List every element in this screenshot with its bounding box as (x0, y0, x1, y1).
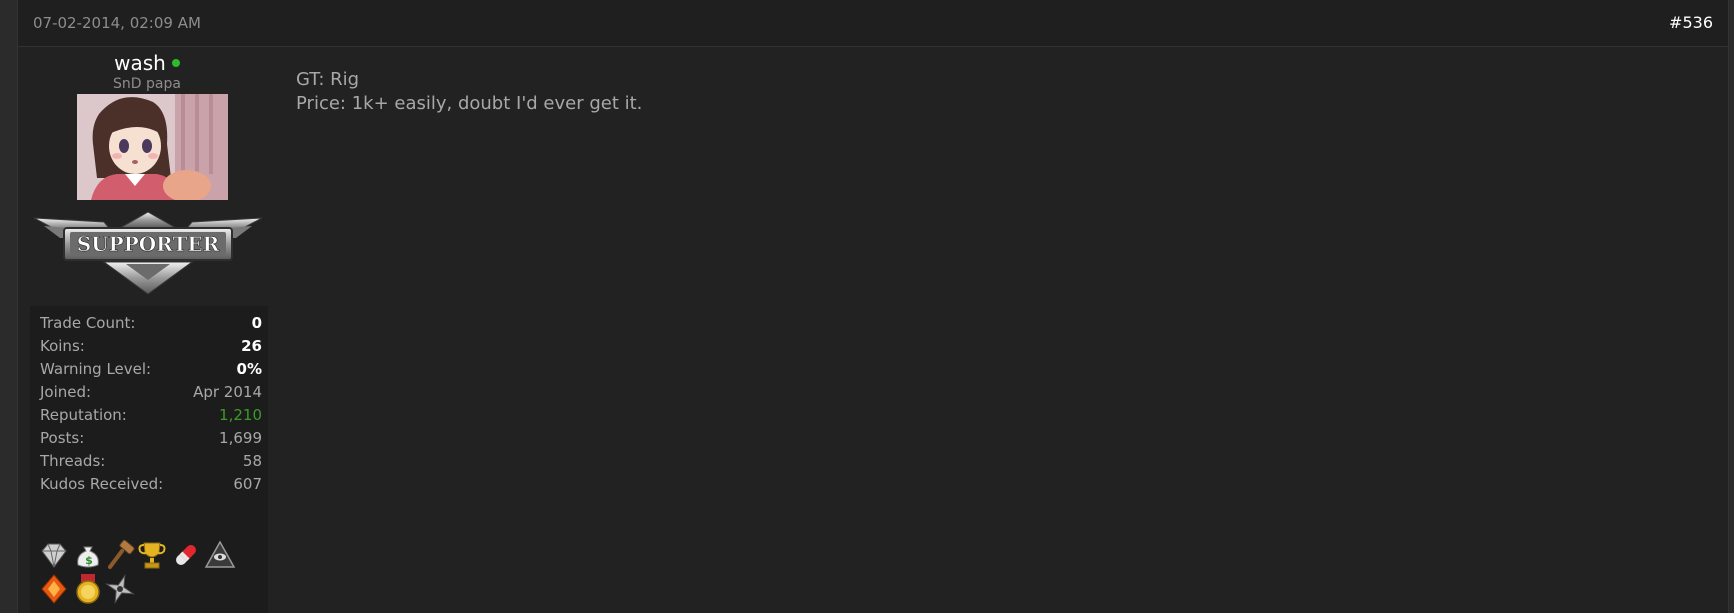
stat-posts: Posts: 1,699 (40, 429, 262, 451)
stat-joined: Joined: Apr 2014 (40, 383, 262, 405)
post-header: 07-02-2014, 02:09 AM #536 (18, 0, 1728, 47)
user-stats: Trade Count: 0 Koins: 26 Warning Level: … (30, 306, 268, 613)
post-date: 07-02-2014, 02:09 AM (33, 14, 201, 32)
stat-trade-count: Trade Count: 0 (40, 314, 262, 336)
supporter-badge-image: SUPPORTER (33, 211, 263, 295)
stat-label: Trade Count: (40, 314, 136, 332)
money-bag-award-icon[interactable]: $ (72, 539, 104, 571)
stat-value: 1,699 (219, 429, 262, 447)
stat-value: 1,210 (219, 406, 262, 424)
username-link[interactable]: wash (114, 51, 166, 75)
stat-label: Reputation: (40, 406, 127, 424)
post-number-link[interactable]: #536 (1669, 13, 1713, 32)
trophy-award-icon[interactable] (136, 539, 168, 571)
stat-label: Koins: (40, 337, 85, 355)
stat-warning-level: Warning Level: 0% (40, 360, 262, 382)
message-line: Price: 1k+ easily, doubt I'd ever get it… (296, 93, 643, 114)
post-message: GT: Rig Price: 1k+ easily, doubt I'd eve… (296, 68, 642, 116)
stat-value: 607 (233, 475, 262, 493)
online-status-icon (171, 59, 180, 67)
supporter-badge: SUPPORTER (33, 211, 263, 295)
svg-text:$: $ (85, 554, 93, 567)
avatar[interactable] (77, 94, 228, 200)
stat-value: Apr 2014 (193, 383, 262, 401)
gold-medal-award-icon[interactable] (72, 573, 104, 605)
pill-award-icon[interactable] (170, 539, 202, 571)
shuriken-award-icon[interactable] (104, 573, 136, 605)
user-title: SnD papa (113, 76, 181, 92)
stat-kudos-received: Kudos Received: 607 (40, 475, 262, 497)
stat-value: 58 (242, 452, 262, 470)
stat-koins: Koins: 26 (40, 337, 262, 359)
stat-reputation: Reputation: 1,210 (40, 406, 262, 428)
supporter-badge-text: SUPPORTER (77, 232, 220, 256)
stat-value: 0 (251, 314, 262, 332)
eye-pyramid-award-icon[interactable] (204, 539, 236, 571)
forum-post: 07-02-2014, 02:09 AM #536 wash SnD papa (17, 0, 1729, 613)
flame-gem-award-icon[interactable] (38, 573, 70, 605)
gavel-award-icon[interactable] (104, 539, 136, 571)
stat-value: 0% (236, 360, 262, 378)
user-info-panel: wash SnD papa SUPPORTER Trade Count: 0 K… (18, 47, 276, 613)
avatar-image (77, 94, 228, 200)
stat-label: Threads: (40, 452, 106, 470)
stat-label: Joined: (40, 383, 92, 401)
stat-label: Posts: (40, 429, 85, 447)
award-icons: $ (38, 539, 262, 611)
stat-value: 26 (241, 337, 262, 355)
stat-label: Warning Level: (40, 360, 152, 378)
stat-threads: Threads: 58 (40, 452, 262, 474)
message-line: GT: Rig (296, 69, 360, 90)
diamond-award-icon[interactable] (38, 539, 70, 571)
stat-label: Kudos Received: (40, 475, 164, 493)
username-row: wash (18, 51, 276, 75)
